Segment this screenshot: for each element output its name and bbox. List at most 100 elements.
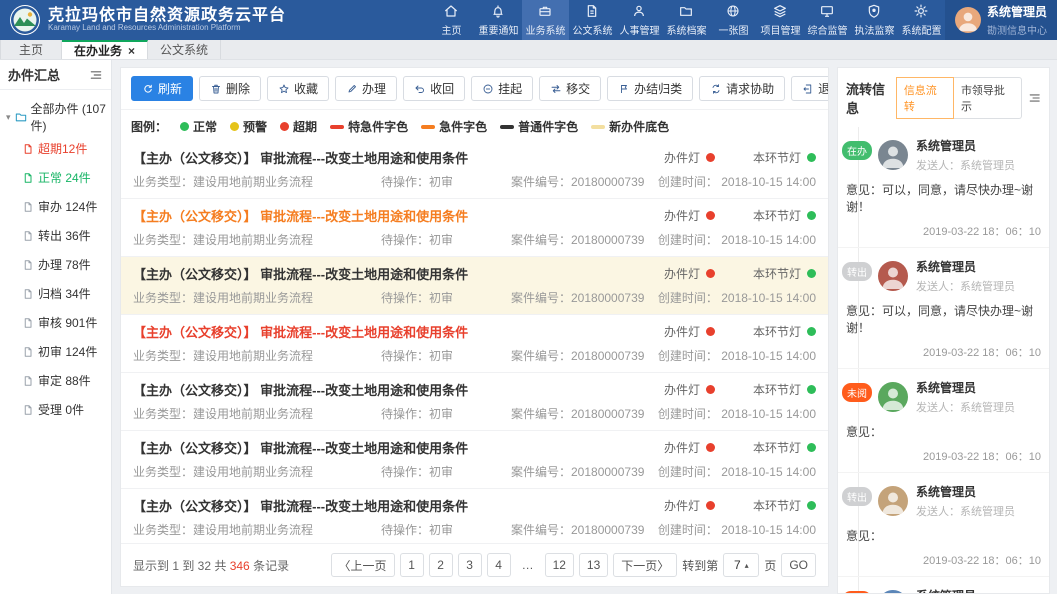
case-row[interactable]: 【主办（公文移交）】 审批流程---改变土地用途和使用条件 办件灯 本环节灯 业…	[121, 315, 828, 373]
page-tab[interactable]: 主页 ×	[0, 40, 62, 59]
top-nav-item-gear[interactable]: 系统配置	[898, 0, 945, 40]
flow-opinion: 意见：可以，同意，请尽快办理~谢谢！	[846, 302, 1043, 336]
toolbar-button-assist[interactable]: 请求协助	[699, 76, 785, 101]
page-number-button[interactable]: 2	[429, 553, 453, 577]
case-title[interactable]: 【主办（公文移交）】 审批流程---改变土地用途和使用条件	[133, 496, 664, 515]
tree-root-all-cases[interactable]: ▾ 全部办件 (107件)	[4, 100, 107, 134]
tab-leader-comments[interactable]: 市领导批示	[954, 77, 1022, 119]
go-button[interactable]: GO	[781, 553, 816, 577]
case-number: 案件编号：20180000739	[511, 173, 658, 190]
page-number-button[interactable]: 3	[458, 553, 482, 577]
flow-item[interactable]: 转出 系统管理员 发送人：系统管理员 意见：可以，同意，请尽快办理~谢谢！ 20…	[838, 248, 1049, 369]
case-row[interactable]: 【主办（公文移交）】 审批流程---改变土地用途和使用条件 办件灯 本环节灯 业…	[121, 431, 828, 489]
user-menu[interactable]: 系统管理员 勘测信息中心	[945, 0, 1057, 40]
sidebar-tree-item[interactable]: 审定 88件	[4, 366, 107, 395]
status-badge: 转出	[842, 487, 872, 506]
status-badge: 转出	[842, 262, 872, 281]
flow-item[interactable]: 转出 系统管理员 发送人：系统管理员 意见： 2019-03-22 18：06：…	[838, 473, 1049, 577]
top-nav-item-folder[interactable]: 系统档案	[663, 0, 710, 40]
case-row[interactable]: 【主办（公文移交）】 审批流程---改变土地用途和使用条件 办件灯 本环节灯 业…	[121, 199, 828, 257]
sidebar-tree-item[interactable]: 初审 124件	[4, 337, 107, 366]
sidebar-tree-item[interactable]: 归档 34件	[4, 279, 107, 308]
case-row[interactable]: 【主办（公文移交）】 审批流程---改变土地用途和使用条件 办件灯 本环节灯 业…	[121, 489, 828, 543]
flow-sender: 发送人：系统管理员	[916, 278, 1015, 294]
flow-item[interactable]: 未阅 系统管理员 发送人：系统管理员 意见： 2019-03-22 18：06：…	[838, 369, 1049, 473]
case-title[interactable]: 【主办（公文移交）】 审批流程---改变土地用途和使用条件	[133, 264, 664, 283]
list-icon[interactable]	[1028, 91, 1041, 105]
toolbar-button-refresh[interactable]: 刷新	[131, 76, 193, 101]
page-number-button[interactable]: 13	[579, 553, 608, 577]
top-nav-item-globe[interactable]: 一张图	[710, 0, 757, 40]
flow-user-name: 系统管理员	[916, 137, 1015, 154]
sidebar-tree-item[interactable]: 超期12件	[4, 134, 107, 163]
button-icon	[142, 83, 154, 95]
case-row[interactable]: 【主办（公文移交）】 审批流程---改变土地用途和使用条件 办件灯 本环节灯 业…	[121, 257, 828, 315]
prev-page-button[interactable]: 〈上一页	[331, 553, 395, 577]
top-nav-item-briefcase[interactable]: 业务系统	[522, 0, 569, 40]
legend-dash-entry: 新办件底色	[591, 118, 669, 135]
toolbar-button-swap[interactable]: 移交	[539, 76, 601, 101]
page-number-button[interactable]: 12	[545, 553, 574, 577]
case-created-time: 创建时间： 2018-10-15 14:00	[658, 347, 816, 364]
flow-timestamp: 2019-03-22 18：06：10	[844, 223, 1043, 239]
spinner-up-icon[interactable]: ▴	[745, 561, 749, 570]
case-pending-operation: 待操作：初审	[381, 463, 511, 480]
goto-page-input[interactable]: 7▴	[723, 553, 759, 577]
avatar	[878, 590, 908, 593]
sidebar-tree-item[interactable]: 转出 36件	[4, 221, 107, 250]
top-nav-item-home[interactable]: 主页	[428, 0, 475, 40]
flow-panel: 流转信息 信息流转 市领导批示 在办 系统管理员 发送人：系统管理员 意见：可以…	[837, 60, 1057, 594]
toolbar-button-trash[interactable]: 删除	[199, 76, 261, 101]
case-title[interactable]: 【主办（公文移交）】 审批流程---改变土地用途和使用条件	[133, 322, 664, 341]
tab-info-flow[interactable]: 信息流转	[896, 77, 954, 119]
flow-timeline: 在办 系统管理员 发送人：系统管理员 意见：可以，同意，请尽快办理~谢谢！ 20…	[838, 127, 1049, 593]
flow-item[interactable]: 在办 系统管理员 发送人：系统管理员 意见：可以，同意，请尽快办理~谢谢！ 20…	[838, 127, 1049, 248]
case-business-type: 业务类型：建设用地前期业务流程	[133, 289, 381, 306]
goto-suffix: 页	[764, 557, 776, 574]
toolbar-button-pen[interactable]: 办理	[335, 76, 397, 101]
page-number-button[interactable]: 1	[400, 553, 424, 577]
top-nav-item-bell[interactable]: 重要通知	[475, 0, 522, 40]
page-number-button[interactable]: 4	[487, 553, 511, 577]
sidebar-tree-item[interactable]: 办理 78件	[4, 250, 107, 279]
toolbar-button-classify[interactable]: 办结归类	[607, 76, 693, 101]
next-page-button[interactable]: 下一页〉	[613, 553, 677, 577]
case-title[interactable]: 【主办（公文移交）】 审批流程---改变土地用途和使用条件	[133, 380, 664, 399]
list-icon[interactable]	[89, 68, 103, 82]
case-lamp-red	[706, 443, 715, 452]
page-tab[interactable]: 在办业务 ×	[62, 40, 148, 59]
file-icon	[22, 346, 34, 358]
sidebar-tree-item[interactable]: 审核 901件	[4, 308, 107, 337]
file-icon	[22, 259, 34, 271]
close-icon[interactable]: ×	[128, 44, 135, 58]
case-business-type: 业务类型：建设用地前期业务流程	[133, 463, 381, 480]
case-title[interactable]: 【主办（公文移交）】 审批流程---改变土地用途和使用条件	[133, 438, 664, 457]
sidebar-tree-item[interactable]: 审办 124件	[4, 192, 107, 221]
top-nav-item-shield[interactable]: 执法监察	[851, 0, 898, 40]
sidebar-tree-item[interactable]: 受理 0件	[4, 395, 107, 424]
top-nav-item-person[interactable]: 人事管理	[616, 0, 663, 40]
top-nav-item-doc[interactable]: 公文系统	[569, 0, 616, 40]
toolbar-button-return[interactable]: 退件	[791, 76, 829, 101]
toolbar-button-undo[interactable]: 收回	[403, 76, 465, 101]
status-badge: 未阅	[842, 591, 872, 593]
top-nav-item-monitor[interactable]: 综合监管	[804, 0, 851, 40]
case-title[interactable]: 【主办（公文移交）】 审批流程---改变土地用途和使用条件	[133, 148, 664, 167]
sidebar-tree-item[interactable]: 正常 24件	[4, 163, 107, 192]
toolbar-button-star[interactable]: 收藏	[267, 76, 329, 101]
case-lamp-red	[706, 385, 715, 394]
toolbar-button-suspend[interactable]: 挂起	[471, 76, 533, 101]
flow-opinion: 意见：	[846, 527, 1043, 544]
case-row[interactable]: 【主办（公文移交）】 审批流程---改变土地用途和使用条件 办件灯 本环节灯 业…	[121, 373, 828, 431]
status-badge: 在办	[842, 141, 872, 160]
page-tab[interactable]: 公文系统 ×	[148, 40, 221, 59]
file-icon	[22, 201, 34, 213]
caret-down-icon[interactable]: ▾	[6, 112, 11, 123]
user-name: 系统管理员	[987, 3, 1047, 20]
case-title[interactable]: 【主办（公文移交）】 审批流程---改变土地用途和使用条件	[133, 206, 664, 225]
case-row[interactable]: 【主办（公文移交）】 审批流程---改变土地用途和使用条件 办件灯 本环节灯 业…	[121, 141, 828, 199]
case-number: 案件编号：20180000739	[511, 405, 658, 422]
node-lamp-green	[807, 269, 816, 278]
flow-item[interactable]: 未阅 系统管理员 发送人：系统管理员 意见：可以，同意，请尽快办理~谢谢！ 20…	[838, 577, 1049, 593]
top-nav-item-layers[interactable]: 项目管理	[757, 0, 804, 40]
